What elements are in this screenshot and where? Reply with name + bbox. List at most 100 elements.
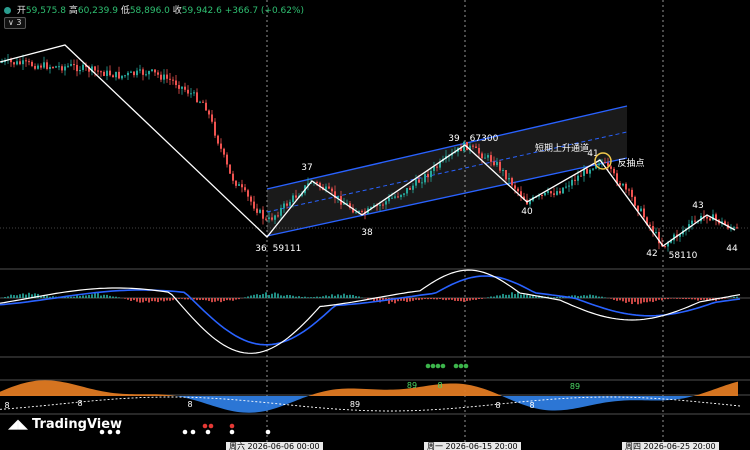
wave-point-label: 39 [448,134,460,144]
oscillator-area [216,396,219,408]
macd-histogram-bar [277,293,279,298]
macd-histogram-bar [412,298,414,301]
macd-histogram-bar [205,298,207,301]
oscillator-area [72,384,75,396]
candle-body [73,64,75,66]
macd-histogram-bar [103,294,105,298]
candle-body [220,143,222,149]
oscillator-area [396,389,399,396]
macd-histogram-bar [643,298,645,303]
macd-histogram-bar [499,295,501,298]
chart-canvas[interactable]: 363738394041424344591116730058110短期上升通道反… [0,0,750,450]
close-value: 59,942.6 +366.7 (+0.62%) [181,6,305,16]
candle-body [232,173,234,181]
macd-histogram-bar [118,297,120,298]
macd-histogram-bar [601,296,603,298]
macd-histogram-bar [478,298,480,300]
oscillator-area [255,396,258,413]
macd-histogram-bar [433,298,435,300]
macd-histogram-bar [664,298,666,300]
candle-body [709,218,711,221]
oscillator-area [129,394,132,396]
candle-body [118,71,120,79]
oscillator-area [153,394,156,396]
oscillator-area [195,396,198,402]
signal-dot-green [425,363,431,369]
oscillator-area [720,386,723,396]
macd-histogram-bar [109,295,111,298]
signal-dot-red [208,423,214,429]
oscillator-area [24,382,27,396]
close-label: 收 [172,6,182,16]
candle-body [58,66,60,68]
macd-histogram-bar [46,295,48,298]
macd-histogram-bar [139,298,141,303]
oscillator-area [30,381,33,396]
oscillator-area [228,396,231,411]
candle-body [481,153,483,159]
macd-histogram-bar [142,298,144,303]
macd-histogram-bar [577,296,579,298]
oscillator-area [378,389,381,396]
candle-body [55,66,57,68]
candle-body [289,201,291,206]
oscillator-area [210,396,213,406]
macd-histogram-bar [448,298,450,300]
oscillator-area [177,396,180,397]
macd-histogram-bar [73,296,75,298]
candle-body [166,74,168,79]
macd-histogram-bar [340,295,342,298]
candle-body [511,178,513,186]
macd-histogram-bar [82,295,84,298]
macd-histogram-bar [331,294,333,298]
macd-histogram-bar [322,296,324,298]
macd-histogram-bar [703,298,705,300]
macd-histogram-bar [13,295,15,298]
macd-histogram-bar [526,294,528,298]
macd-histogram-bar [298,296,300,298]
oscillator-area [51,380,54,396]
candle-body [613,168,615,174]
date-label-3: 周四 2026-06-25 20:00 [622,442,719,450]
low-label: 低 [120,6,130,16]
oscillator-label: 8 [529,401,534,410]
candle-body [541,194,543,196]
macd-histogram-bar [301,297,303,298]
oscillator-area [444,383,447,396]
macd-histogram-bar [676,298,678,299]
oscillator-area [639,396,642,401]
indicator-toggle[interactable]: ∨ 3 [4,17,26,29]
candle-body [274,215,276,220]
macd-histogram-bar [295,296,297,298]
macd-histogram-bar [253,294,255,298]
candle-body [226,154,228,165]
candle-body [178,85,180,89]
macd-histogram-bar [457,298,459,302]
candle-body [256,208,258,213]
candle-body [49,66,51,69]
signal-dot-green [453,363,459,369]
wave-point-label: 44 [726,244,738,254]
candle-body [76,64,78,72]
signal-dot-white [229,429,235,435]
macd-histogram-bar [106,294,108,298]
candle-body [592,168,594,170]
macd-histogram-bar [280,295,282,298]
oscillator-area [717,387,720,396]
macd-histogram-bar [28,292,30,298]
wave-point-label: 42 [646,249,657,259]
macd-histogram-bar [466,298,468,301]
candle-body [547,191,549,193]
oscillator-area [264,396,267,412]
oscillator-area [204,396,207,404]
oscillator-area [57,381,60,396]
oscillator-area [729,383,732,396]
oscillator-area [636,396,639,401]
candle-body [52,66,54,68]
candle-body [664,245,666,247]
macd-histogram-bar [217,298,219,301]
candle-body [706,216,708,219]
candle-body [733,227,735,229]
candle-body [124,75,126,77]
candle-body [361,210,363,212]
